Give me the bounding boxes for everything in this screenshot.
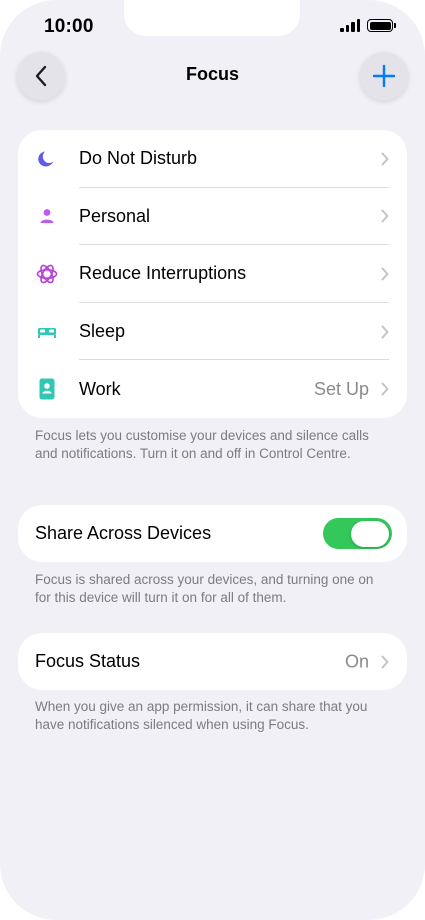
focus-modes-list: Do Not Disturb Personal Reduce Interrupt… [18,130,407,418]
focus-description: Focus lets you customise your devices an… [35,428,369,461]
focus-status-description: When you give an app permission, it can … [35,699,368,732]
focus-mode-label: Do Not Disturb [79,148,198,169]
focus-mode-personal[interactable]: Personal [18,188,407,246]
share-across-devices-label: Share Across Devices [35,523,212,543]
bed-icon [36,321,58,343]
battery-icon [367,19,396,32]
share-across-devices-toggle[interactable] [323,518,392,549]
focus-mode-label: Work [79,378,121,399]
chevron-right-icon [381,325,389,339]
atom-icon [36,263,58,285]
focus-mode-label: Personal [79,205,151,226]
add-focus-button[interactable] [360,52,408,100]
moon-icon [36,148,58,170]
focus-status-label: Focus Status [35,651,141,671]
chevron-right-icon [381,209,389,223]
toggle-knob [351,520,389,547]
phone-screen: 10:00 Focus Do Not Disturb Personal Redu… [0,0,425,920]
focus-mode-do-not-disturb[interactable]: Do Not Disturb [18,130,407,188]
focus-mode-reduce-interruptions[interactable]: Reduce Interruptions [18,245,407,303]
share-description: Focus is shared across your devices, and… [35,572,374,605]
focus-mode-label: Reduce Interruptions [79,263,247,284]
person-icon [36,205,58,227]
plus-icon [372,64,396,88]
setup-status: Set Up [313,378,369,399]
chevron-right-icon [381,655,389,668]
chevron-right-icon [381,382,389,396]
focus-status-row[interactable]: Focus Status On [18,633,407,690]
focus-mode-sleep[interactable]: Sleep [18,303,407,361]
status-time: 10:00 [44,16,94,37]
share-across-devices-row: Share Across Devices [18,505,407,562]
chevron-right-icon [381,152,389,166]
focus-status-value: On [344,651,369,671]
status-icons [340,19,396,32]
cellular-signal-icon [340,19,360,32]
chevron-right-icon [381,267,389,281]
focus-mode-work[interactable]: Work Set Up [18,360,407,418]
id-badge-icon [36,378,58,400]
notch [124,0,300,36]
focus-mode-label: Sleep [79,321,126,342]
